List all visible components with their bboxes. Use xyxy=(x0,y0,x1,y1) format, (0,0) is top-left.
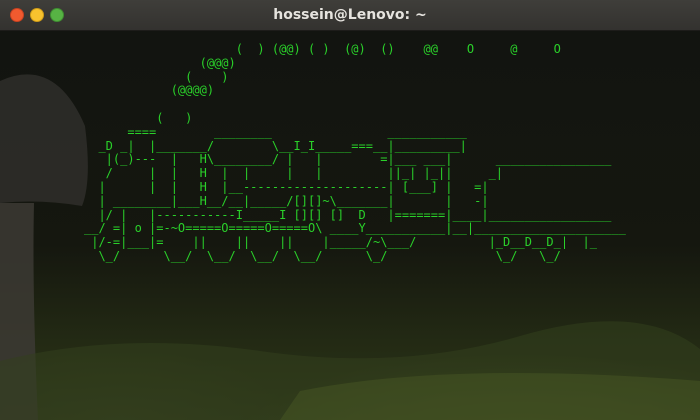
train-line: __/ =| o |=-~O=====O=====O=====O\ ____Y_… xyxy=(84,221,626,236)
smoke-line: (@@@) xyxy=(84,55,236,70)
mushroom-cap xyxy=(0,74,88,206)
smoke-line: ( ) (@@) ( ) (@) () @@ O @ O xyxy=(84,42,561,56)
train-line: |(_)--- | H\________/ | | =|___ ___| ___… xyxy=(84,152,612,167)
train-line: |/ | |-----------I_____I [][] [] D |====… xyxy=(84,207,612,222)
train-line: | ________|___H__/__|_____/[][]~\_______… xyxy=(84,193,489,208)
train-line: |/-=|___|= || || || |_____/~\___/ |_D__D… xyxy=(84,235,597,250)
sl-train-ascii-art: ( ) (@@) ( ) (@) () @@ O @ O (@@@) ( ) (… xyxy=(84,42,626,264)
terminal-window: hossein@Lenovo: ~ ( ) (@@) ( ) (@) () @@… xyxy=(0,0,700,420)
train-line: ==== ________ ___________ xyxy=(84,124,467,139)
title-bar[interactable]: hossein@Lenovo: ~ xyxy=(0,0,700,31)
window-title: hossein@Lenovo: ~ xyxy=(273,7,427,23)
terminal-area[interactable]: ( ) (@@) ( ) (@) () @@ O @ O (@@@) ( ) (… xyxy=(0,31,700,420)
smoke-line: ( ) xyxy=(84,110,193,125)
smoke-line: (@@@@) xyxy=(84,83,215,98)
train-line: _D _| |_______/ \__I_I_____===__|_______… xyxy=(84,138,467,153)
train-line: \_/ \__/ \__/ \__/ \__/ \_/ \_/ \_/ xyxy=(84,248,561,263)
train-line: | | | H |__--------------------| [___] |… xyxy=(84,179,489,194)
train-line: / | | H | | | | ||_| |_|| _| xyxy=(84,166,504,181)
smoke-line: ( ) xyxy=(84,69,229,84)
